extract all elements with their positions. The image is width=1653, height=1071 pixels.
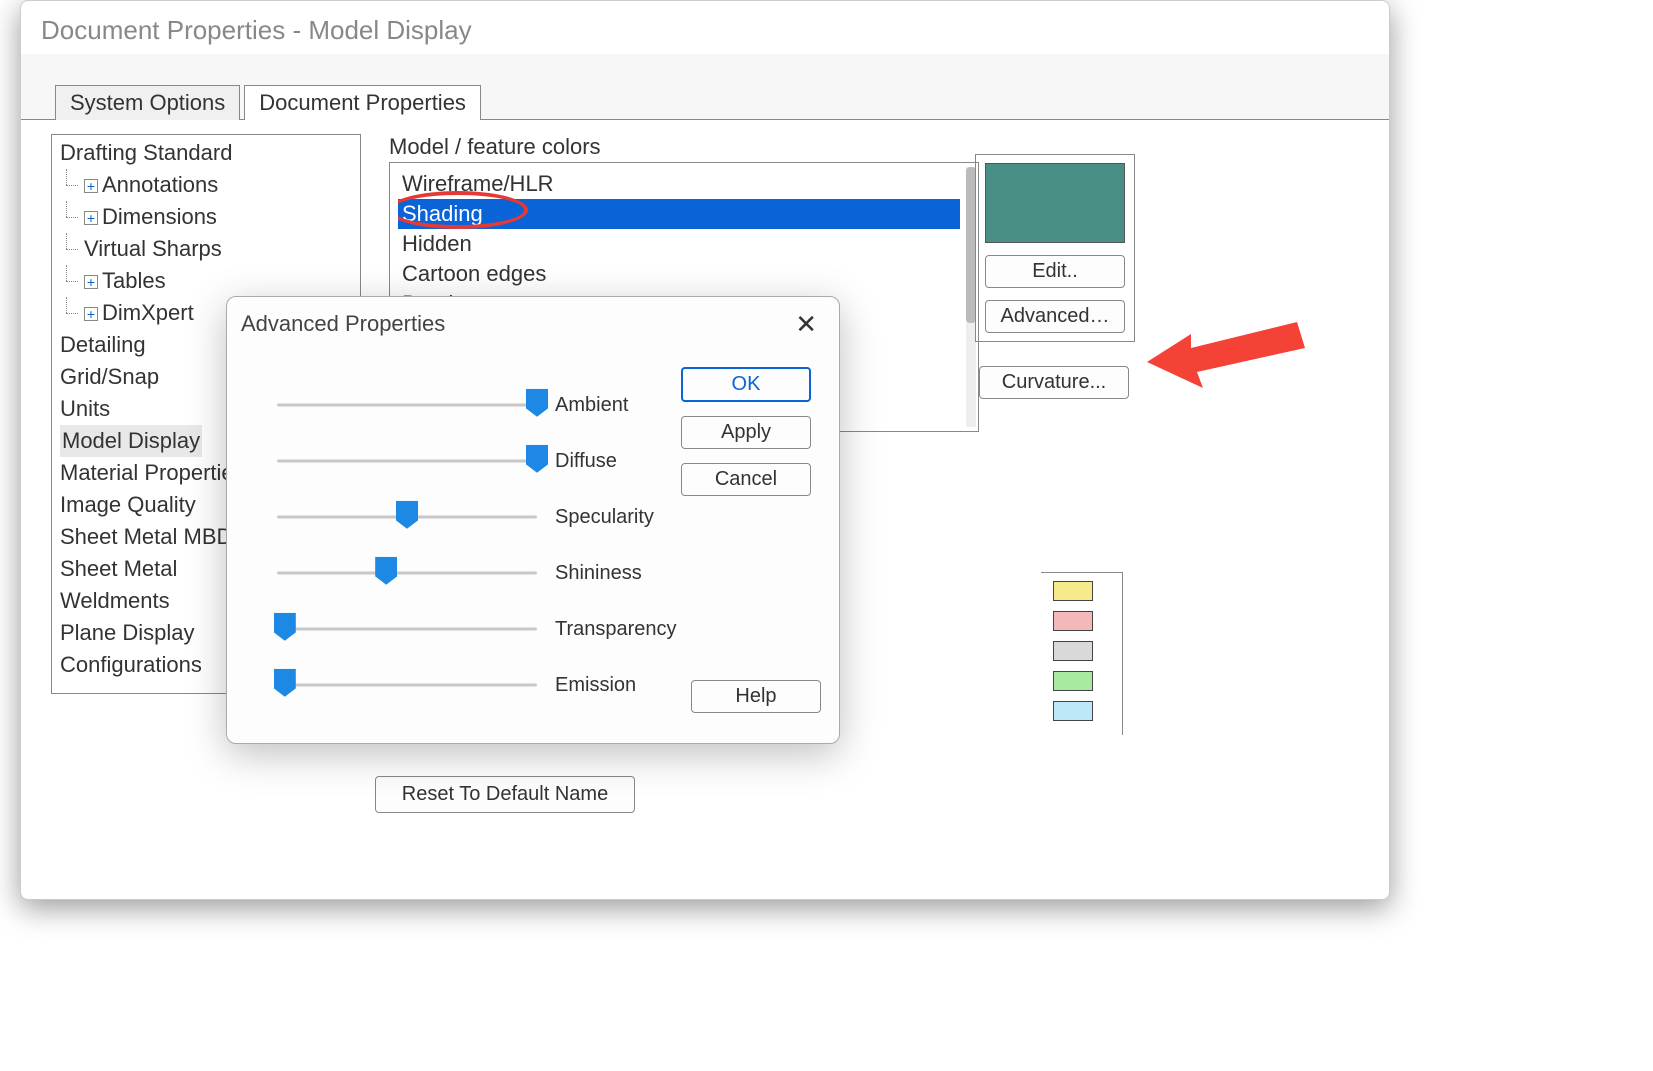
slider-row-diffuse: Diffuse xyxy=(277,433,697,489)
slider-track[interactable] xyxy=(277,626,537,632)
mini-swatch[interactable] xyxy=(1053,701,1093,721)
slider-label: Emission xyxy=(555,674,636,697)
plus-icon[interactable]: + xyxy=(84,211,98,225)
slider-track[interactable] xyxy=(277,514,537,520)
slider-label: Shininess xyxy=(555,562,642,585)
tabstrip: System Options Document Properties xyxy=(21,54,1389,120)
slider-thumb[interactable] xyxy=(526,389,548,417)
slider-track[interactable] xyxy=(277,570,537,576)
help-button[interactable]: Help xyxy=(691,680,821,713)
color-group-label: Model / feature colors xyxy=(389,134,1389,162)
slider-group: Ambient Diffuse Specularity Shininess Transp… xyxy=(277,377,697,713)
slider-rail xyxy=(277,572,537,575)
slider-thumb[interactable] xyxy=(274,669,296,697)
slider-row-transparency: Transparency xyxy=(277,601,697,657)
tree-item-virtual-sharps[interactable]: Virtual Sharps xyxy=(60,233,352,265)
slider-thumb[interactable] xyxy=(396,501,418,529)
slider-track[interactable] xyxy=(277,682,537,688)
close-icon[interactable]: ✕ xyxy=(787,307,825,342)
annotation-arrow-icon xyxy=(1147,314,1307,394)
tree-item-dimensions[interactable]: +Dimensions xyxy=(60,201,352,233)
slider-row-shininess: Shininess xyxy=(277,545,697,601)
mini-swatch[interactable] xyxy=(1053,581,1093,601)
tab-system-options[interactable]: System Options xyxy=(55,85,240,120)
cancel-button[interactable]: Cancel xyxy=(681,463,811,496)
slider-track[interactable] xyxy=(277,458,537,464)
color-row-wireframe[interactable]: Wireframe/HLR xyxy=(398,169,960,199)
slider-thumb[interactable] xyxy=(274,613,296,641)
color-row-cartoon-edges[interactable]: Cartoon edges xyxy=(398,259,960,289)
plus-icon[interactable]: + xyxy=(84,275,98,289)
edit-button[interactable]: Edit.. xyxy=(985,255,1125,288)
help-button-wrap: Help xyxy=(691,668,821,713)
slider-label: Transparency xyxy=(555,618,677,641)
color-side-panel: Edit.. Advanced… Curvature... xyxy=(975,154,1135,399)
slider-row-ambient: Ambient xyxy=(277,377,697,433)
curvature-button[interactable]: Curvature... xyxy=(979,366,1129,399)
slider-row-specularity: Specularity xyxy=(277,489,697,545)
plus-icon[interactable]: + xyxy=(84,307,98,321)
plus-icon[interactable]: + xyxy=(84,179,98,193)
reset-default-name-button[interactable]: Reset To Default Name xyxy=(375,776,635,813)
advanced-properties-dialog: Advanced Properties ✕ Ambient Diffuse Spec… xyxy=(226,296,840,744)
advanced-button[interactable]: Advanced… xyxy=(985,300,1125,333)
slider-row-emission: Emission xyxy=(277,657,697,713)
color-swatch xyxy=(985,163,1125,243)
slider-rail xyxy=(277,628,537,631)
mini-swatch[interactable] xyxy=(1053,641,1093,661)
dialog-button-column: OK Apply Cancel xyxy=(681,367,821,496)
window-title: Document Properties - Model Display xyxy=(21,1,1389,54)
tree-item-annotations[interactable]: +Annotations xyxy=(60,169,352,201)
slider-thumb[interactable] xyxy=(375,557,397,585)
dialog-title: Advanced Properties xyxy=(241,311,445,337)
tree-root[interactable]: Drafting Standard xyxy=(60,137,352,169)
tab-document-properties[interactable]: Document Properties xyxy=(244,85,481,120)
tree-item-model-display[interactable]: Model Display xyxy=(60,425,202,457)
slider-rail xyxy=(277,404,537,407)
ok-button[interactable]: OK xyxy=(681,367,811,402)
slider-label: Specularity xyxy=(555,506,654,529)
slider-rail xyxy=(277,460,537,463)
color-row-hidden[interactable]: Hidden xyxy=(398,229,960,259)
mini-swatch[interactable] xyxy=(1053,611,1093,631)
slider-label: Ambient xyxy=(555,394,628,417)
feature-color-swatches xyxy=(1041,572,1123,735)
mini-swatch[interactable] xyxy=(1053,671,1093,691)
slider-label: Diffuse xyxy=(555,450,617,473)
slider-thumb[interactable] xyxy=(526,445,548,473)
apply-button[interactable]: Apply xyxy=(681,416,811,449)
slider-track[interactable] xyxy=(277,402,537,408)
tree-item-tables[interactable]: +Tables xyxy=(60,265,352,297)
slider-rail xyxy=(277,684,537,687)
swatch-frame: Edit.. Advanced… xyxy=(975,154,1135,342)
color-row-shading[interactable]: Shading xyxy=(398,199,960,229)
